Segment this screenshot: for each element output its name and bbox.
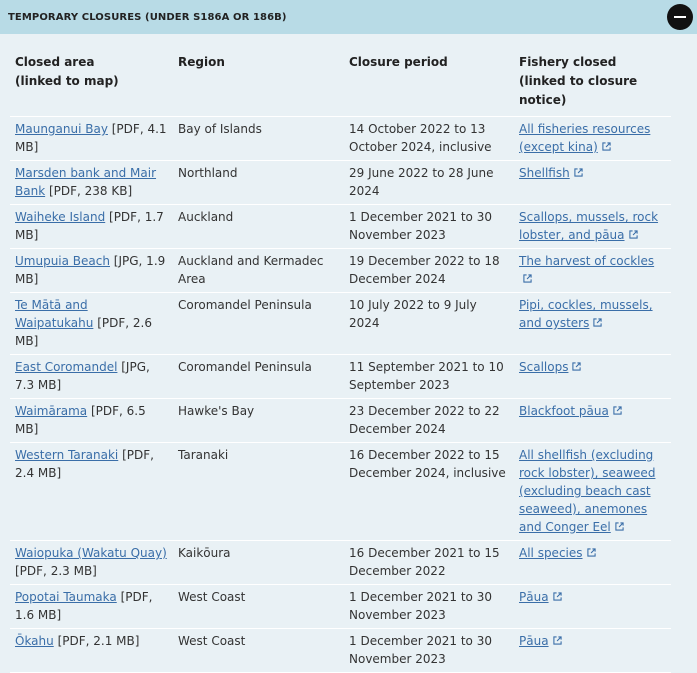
closures-table: Closed area (linked to map) Region Closur…	[10, 34, 671, 673]
external-link-icon	[586, 548, 596, 557]
column-header-area: Closed area (linked to map)	[15, 55, 119, 88]
cell-period: 1 December 2021 to 30 November 2023	[344, 628, 514, 673]
table-row: Western Taranaki [PDF, 2.4 MB] Taranaki 16…	[10, 442, 671, 541]
cell-period: 16 December 2021 to 15 December 2022	[344, 540, 514, 585]
cell-area: Western Taranaki [PDF, 2.4 MB]	[10, 442, 173, 541]
cell-area: Popotai Taumaka [PDF, 1.6 MB]	[10, 584, 173, 629]
cell-region: Kaikōura	[173, 540, 344, 585]
cell-region: Taranaki	[173, 442, 344, 541]
file-info: [PDF, 2.3 MB]	[15, 564, 97, 578]
closure-notice-link[interactable]: The harvest of cockles	[519, 254, 654, 286]
file-info: [PDF, 2.1 MB]	[53, 634, 140, 648]
external-link-icon	[615, 522, 624, 531]
cell-area: Te Mātā and Waipatukahu [PDF, 2.6 MB]	[10, 292, 173, 355]
cell-period: 23 December 2022 to 22 December 2024	[344, 398, 514, 443]
collapse-icon[interactable]	[667, 4, 693, 30]
closure-notice-link[interactable]: Pipi, cockles, mussels, and oysters	[519, 298, 653, 330]
cell-period: 1 December 2021 to 30 November 2023	[344, 584, 514, 629]
closure-notice-link[interactable]: Blackfoot pāua	[519, 404, 622, 418]
map-link[interactable]: East Coromandel	[15, 360, 117, 374]
cell-fishery: All shellfish (excluding rock lobster), …	[514, 442, 671, 541]
map-link[interactable]: Waiheke Island	[15, 210, 105, 224]
map-link[interactable]: Umupuia Beach	[15, 254, 110, 268]
cell-period: 10 July 2022 to 9 July 2024	[344, 292, 514, 355]
external-link-icon	[602, 142, 611, 151]
cell-region: Auckland	[173, 204, 344, 249]
cell-region: Auckland and Kermadec Area	[173, 248, 344, 293]
external-link-icon	[628, 230, 638, 239]
external-link-icon	[552, 636, 562, 645]
cell-fishery: All fisheries resources (except kina)	[514, 116, 671, 161]
cell-region: Bay of Islands	[173, 116, 344, 161]
map-link[interactable]: Te Mātā and Waipatukahu	[15, 298, 93, 330]
map-link[interactable]: Ōkahu	[15, 634, 54, 648]
column-header-region: Region	[178, 55, 225, 69]
cell-period: 1 December 2021 to 30 November 2023	[344, 204, 514, 249]
cell-period: 16 December 2022 to 15 December 2024, in…	[344, 442, 514, 541]
table-row: East Coromandel [JPG, 7.3 MB] Coromandel …	[10, 354, 671, 399]
table-row: Ōkahu [PDF, 2.1 MB] West Coast 1 December …	[10, 628, 671, 673]
cell-fishery: Blackfoot pāua	[514, 398, 671, 443]
map-link[interactable]: Maunganui Bay	[15, 122, 108, 136]
map-link[interactable]: Waimārama	[15, 404, 87, 418]
cell-fishery: All species	[514, 540, 671, 585]
closure-notice-link[interactable]: Scallops, mussels, rock lobster, and pāu…	[519, 210, 658, 242]
cell-period: 29 June 2022 to 28 June 2024	[344, 160, 514, 205]
table-row: Waimārama [PDF, 6.5 MB] Hawke's Bay 23 Dec…	[10, 398, 671, 443]
cell-region: Coromandel Peninsula	[173, 354, 344, 399]
table-row: Popotai Taumaka [PDF, 1.6 MB] West Coast 1…	[10, 584, 671, 629]
closure-notice-link[interactable]: Pāua	[519, 590, 562, 604]
cell-area: East Coromandel [JPG, 7.3 MB]	[10, 354, 173, 399]
cell-area: Waiopuka (Wakatu Quay) [PDF, 2.3 MB]	[10, 540, 173, 585]
cell-area: Ōkahu [PDF, 2.1 MB]	[10, 628, 173, 673]
table-row: Waiheke Island [PDF, 1.7 MB] Auckland 1 De…	[10, 204, 671, 249]
closure-notice-link[interactable]: All fisheries resources (except kina)	[519, 122, 650, 154]
external-link-icon	[593, 318, 602, 327]
cell-region: West Coast	[173, 628, 344, 673]
cell-region: Hawke's Bay	[173, 398, 344, 443]
closure-notice-link[interactable]: Scallops	[519, 360, 582, 374]
cell-area: Waiheke Island [PDF, 1.7 MB]	[10, 204, 173, 249]
cell-area: Waimārama [PDF, 6.5 MB]	[10, 398, 173, 443]
map-link[interactable]: Waiopuka (Wakatu Quay)	[15, 546, 167, 560]
cell-region: Coromandel Peninsula	[173, 292, 344, 355]
accordion-title: TEMPORARY CLOSURES (UNDER S186A OR 186B)	[8, 11, 287, 23]
closure-notice-link[interactable]: Pāua	[519, 634, 562, 648]
cell-region: Northland	[173, 160, 344, 205]
cell-fishery: Pipi, cockles, mussels, and oysters	[514, 292, 671, 355]
external-link-icon	[572, 362, 582, 371]
closure-notice-link[interactable]: All species	[519, 546, 596, 560]
map-link[interactable]: Popotai Taumaka	[15, 590, 117, 604]
accordion-header[interactable]: TEMPORARY CLOSURES (UNDER S186A OR 186B)	[0, 0, 697, 34]
cell-fishery: Scallops	[514, 354, 671, 399]
cell-period: 19 December 2022 to 18 December 2024	[344, 248, 514, 293]
closure-notice-link[interactable]: All shellfish (excluding rock lobster), …	[519, 448, 655, 534]
table-row: Marsden bank and Mair Bank [PDF, 238 KB]…	[10, 160, 671, 205]
table-row: Te Mātā and Waipatukahu [PDF, 2.6 MB] Cor…	[10, 292, 671, 355]
cell-area: Maunganui Bay [PDF, 4.1 MB]	[10, 116, 173, 161]
cell-area: Marsden bank and Mair Bank [PDF, 238 KB]	[10, 160, 173, 205]
file-info: [PDF, 238 KB]	[45, 184, 133, 198]
closure-notice-link[interactable]: Shellfish	[519, 166, 583, 180]
cell-fishery: Scallops, mussels, rock lobster, and pāu…	[514, 204, 671, 249]
table-row: Maunganui Bay [PDF, 4.1 MB] Bay of Island…	[10, 116, 671, 161]
table-row: Umupuia Beach [JPG, 1.9 MB] Auckland and …	[10, 248, 671, 293]
external-link-icon	[613, 406, 622, 415]
column-header-period: Closure period	[349, 55, 448, 69]
cell-period: 14 October 2022 to 13 October 2024, incl…	[344, 116, 514, 161]
map-link[interactable]: Western Taranaki	[15, 448, 118, 462]
cell-region: West Coast	[173, 584, 344, 629]
cell-area: Umupuia Beach [JPG, 1.9 MB]	[10, 248, 173, 293]
external-link-icon	[574, 168, 583, 177]
column-header-fishery: Fishery closed (linked to closure notice)	[519, 55, 638, 107]
cell-period: 11 September 2021 to 10 September 2023	[344, 354, 514, 399]
table-header-row: Closed area (linked to map) Region Closur…	[10, 34, 671, 117]
cell-fishery: The harvest of cockles	[514, 248, 671, 293]
cell-fishery: Pāua	[514, 628, 671, 673]
external-link-icon	[552, 592, 562, 601]
table-row: Waiopuka (Wakatu Quay) [PDF, 2.3 MB] Kaik…	[10, 540, 671, 585]
external-link-icon	[523, 274, 532, 283]
cell-fishery: Pāua	[514, 584, 671, 629]
cell-fishery: Shellfish	[514, 160, 671, 205]
